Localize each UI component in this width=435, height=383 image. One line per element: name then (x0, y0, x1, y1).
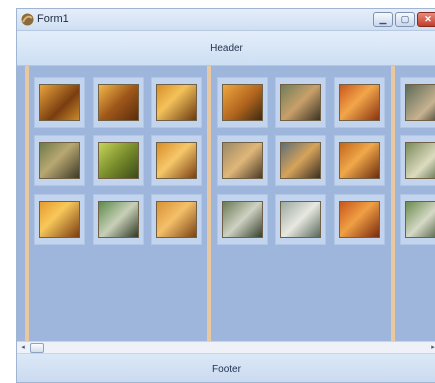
thumbnail-image (39, 84, 80, 121)
minimize-icon: ▁ (379, 14, 387, 24)
thumbnail-image (405, 142, 435, 179)
close-icon: ✕ (424, 14, 432, 24)
gallery-thumbnail[interactable] (400, 135, 435, 186)
thumbnail-image (39, 201, 80, 238)
maximize-button[interactable]: ▢ (395, 12, 415, 27)
gallery-thumbnail[interactable] (151, 77, 202, 128)
thumbnail-image (98, 142, 139, 179)
gallery-thumbnail[interactable] (275, 135, 326, 186)
window-title: Form1 (37, 13, 69, 25)
thumbnail-image (156, 84, 197, 121)
gallery-thumbnail[interactable] (400, 77, 435, 128)
gallery-thumbnail[interactable] (34, 194, 85, 245)
thumbnail-image (98, 84, 139, 121)
minimize-button[interactable]: ▁ (373, 12, 393, 27)
thumbnail-image (339, 84, 380, 121)
gallery-thumbnail[interactable] (275, 194, 326, 245)
scroll-right-arrow-icon[interactable]: ▸ (430, 343, 435, 353)
image-gallery (17, 66, 435, 341)
footer-panel: Footer (17, 354, 435, 382)
thumbnail-image (405, 201, 435, 238)
thumbnail-image (156, 201, 197, 238)
gallery-thumbnail[interactable] (93, 194, 144, 245)
thumbnail-image (156, 142, 197, 179)
header-label: Header (210, 42, 243, 54)
thumbnail-image (222, 142, 263, 179)
title-bar[interactable]: Form1 ▁ ▢ ✕ (17, 9, 435, 31)
header-panel: Header (17, 31, 435, 66)
gallery-thumbnail[interactable] (217, 77, 268, 128)
gallery-thumbnail[interactable] (151, 135, 202, 186)
horizontal-scrollbar[interactable]: ◂ ▸ (17, 341, 435, 354)
column-divider (207, 66, 211, 341)
thumbnail-image (339, 201, 380, 238)
column-divider (391, 66, 395, 341)
app-icon (21, 13, 34, 26)
gallery-thumbnail[interactable] (334, 135, 385, 186)
thumbnail-image (39, 142, 80, 179)
thumbnail-image (222, 84, 263, 121)
thumbnail-image (405, 84, 435, 121)
maximize-icon: ▢ (400, 14, 410, 24)
close-button[interactable]: ✕ (417, 12, 435, 27)
thumbnail-image (280, 201, 321, 238)
gallery-thumbnail[interactable] (334, 77, 385, 128)
gallery-thumbnail[interactable] (334, 194, 385, 245)
column-divider (25, 66, 29, 341)
gallery-thumbnail[interactable] (34, 135, 85, 186)
gallery-thumbnail[interactable] (400, 194, 435, 245)
gallery-thumbnail[interactable] (217, 194, 268, 245)
gallery-thumbnail[interactable] (93, 135, 144, 186)
gallery-thumbnail[interactable] (93, 77, 144, 128)
thumbnail-image (222, 201, 263, 238)
gallery-thumbnail[interactable] (34, 77, 85, 128)
gallery-thumbnail[interactable] (275, 77, 326, 128)
thumbnail-image (280, 142, 321, 179)
scroll-left-arrow-icon[interactable]: ◂ (19, 343, 27, 353)
main-window: Form1 ▁ ▢ ✕ Header ◂ ▸ Footer (16, 8, 435, 383)
thumbnail-image (280, 84, 321, 121)
gallery-thumbnail[interactable] (151, 194, 202, 245)
scroll-thumb[interactable] (30, 343, 44, 353)
thumbnail-image (98, 201, 139, 238)
footer-label: Footer (212, 363, 241, 375)
thumbnail-image (339, 142, 380, 179)
gallery-thumbnail[interactable] (217, 135, 268, 186)
